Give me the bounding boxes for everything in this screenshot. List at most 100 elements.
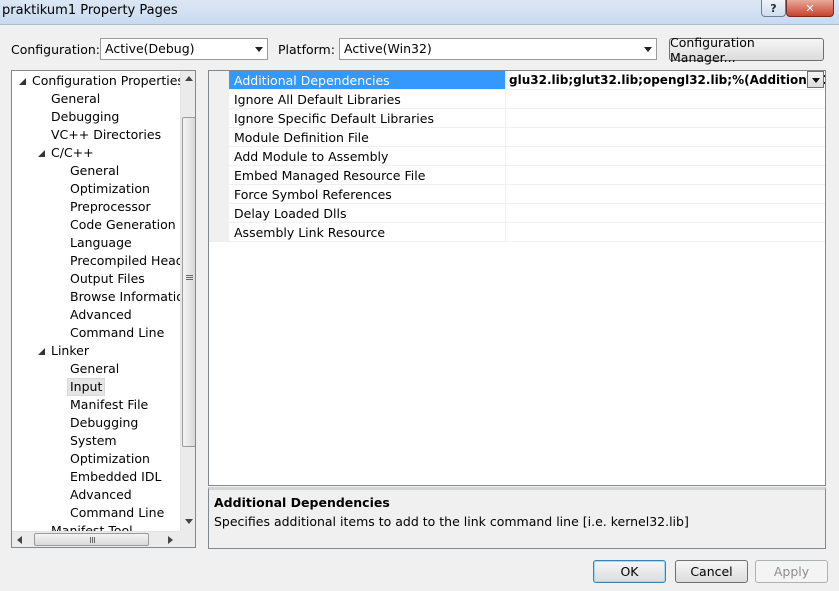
- help-button[interactable]: ?: [761, 0, 786, 17]
- tree-item-label: Embedded IDL: [70, 469, 162, 484]
- description-text: Specifies additional items to add to the…: [214, 514, 689, 529]
- property-value[interactable]: [506, 204, 825, 222]
- tree-item-label: Manifest Tool: [51, 523, 133, 531]
- property-row[interactable]: Force Symbol References: [229, 185, 825, 204]
- tree-item-label: Code Generation: [70, 217, 176, 232]
- property-grid[interactable]: Additional Dependencies glu32.lib;glut32.…: [208, 70, 826, 486]
- title-bar: praktikum1 Property Pages ? ✕: [0, 0, 839, 25]
- tree-scroll-thumb[interactable]: [182, 117, 195, 447]
- tree-item[interactable]: Optimization: [70, 180, 150, 198]
- configuration-label: Configuration:: [11, 42, 100, 57]
- tree-horizontal-scrollbar[interactable]: [12, 531, 180, 547]
- tree-item[interactable]: Command Line: [70, 504, 164, 522]
- tree-item[interactable]: Input: [67, 378, 106, 396]
- platform-select[interactable]: Active(Win32): [339, 38, 657, 60]
- grip-icon: [186, 275, 193, 276]
- tree-item-label: Browse Information: [70, 289, 180, 304]
- ok-button[interactable]: OK: [593, 560, 666, 583]
- tree-item[interactable]: Optimization: [70, 450, 150, 468]
- close-button[interactable]: ✕: [786, 0, 834, 17]
- tree-item-label: Configuration Properties: [32, 73, 180, 88]
- tree-item[interactable]: Debugging: [70, 414, 138, 432]
- property-row[interactable]: Ignore Specific Default Libraries: [229, 109, 825, 128]
- tree-item-label: General: [70, 361, 120, 376]
- property-row[interactable]: Ignore All Default Libraries: [229, 90, 825, 109]
- property-value[interactable]: glu32.lib;glut32.lib;opengl32.lib;%(Addi…: [506, 71, 825, 89]
- property-row[interactable]: Delay Loaded Dlls: [229, 204, 825, 223]
- tree-item-label: Advanced: [70, 307, 132, 322]
- tree-item[interactable]: System: [70, 432, 117, 450]
- property-value[interactable]: [506, 90, 825, 108]
- tree-item[interactable]: Output Files: [70, 270, 145, 288]
- tree-item-label: Debugging: [51, 109, 120, 124]
- property-value[interactable]: [506, 128, 825, 146]
- tree-item-label: Precompiled Header: [70, 253, 180, 268]
- grip-icon: [90, 537, 91, 543]
- tree-item[interactable]: Precompiled Header: [70, 252, 180, 270]
- property-name: Force Symbol References: [229, 185, 506, 203]
- tree-item[interactable]: Advanced: [70, 486, 132, 504]
- property-value[interactable]: [506, 223, 825, 241]
- tree-item-label: Language: [70, 235, 132, 250]
- expand-arrow-icon[interactable]: [38, 348, 45, 355]
- tree-item[interactable]: Preprocessor: [70, 198, 151, 216]
- property-row[interactable]: Assembly Link Resource: [229, 223, 825, 242]
- tree-item-label: Optimization: [70, 181, 150, 196]
- tree-hscroll-thumb[interactable]: [34, 533, 149, 546]
- category-tree[interactable]: Configuration Properties General Debugging…: [11, 70, 196, 548]
- tree-item[interactable]: General: [70, 360, 119, 378]
- platform-label: Platform:: [278, 42, 335, 57]
- tree-vertical-scrollbar[interactable]: [180, 71, 195, 531]
- tree-item[interactable]: General: [70, 162, 119, 180]
- value-dropdown-button[interactable]: [807, 71, 824, 88]
- tree-item[interactable]: Linker: [38, 342, 89, 360]
- tree-item-label: General: [70, 163, 120, 178]
- tree-item[interactable]: Debugging: [51, 108, 119, 126]
- scroll-up-icon[interactable]: [185, 76, 193, 81]
- configuration-select[interactable]: Active(Debug): [100, 38, 268, 60]
- property-name: Ignore Specific Default Libraries: [229, 109, 506, 127]
- configuration-manager-button[interactable]: Configuration Manager...: [669, 35, 824, 65]
- property-value[interactable]: [506, 166, 825, 184]
- tree-item-label: C/C++: [51, 145, 94, 160]
- tree-item[interactable]: Manifest Tool: [51, 522, 133, 531]
- description-panel: Additional Dependencies Specifies additi…: [208, 487, 826, 549]
- tree-item[interactable]: Manifest File: [70, 396, 148, 414]
- property-value[interactable]: [506, 185, 825, 203]
- tree-item-label: General: [51, 91, 101, 106]
- tree-item-label: System: [70, 433, 117, 448]
- tree-item[interactable]: Command Line: [70, 324, 164, 342]
- property-name: Embed Managed Resource File: [229, 166, 506, 184]
- tree-item[interactable]: C/C++: [38, 144, 94, 162]
- tree-item-label: Manifest File: [70, 397, 149, 412]
- property-value[interactable]: [506, 147, 825, 165]
- tree-item[interactable]: Embedded IDL: [70, 468, 161, 486]
- tree-item[interactable]: Language: [70, 234, 132, 252]
- scroll-left-icon[interactable]: [17, 536, 22, 544]
- platform-value: Active(Win32): [344, 41, 432, 56]
- tree-item-label: Output Files: [70, 271, 145, 286]
- property-value[interactable]: [506, 109, 825, 127]
- tree-item[interactable]: Advanced: [70, 306, 132, 324]
- configuration-value: Active(Debug): [105, 41, 195, 56]
- property-row[interactable]: Add Module to Assembly: [229, 147, 825, 166]
- expand-arrow-icon[interactable]: [19, 78, 26, 85]
- property-row[interactable]: Embed Managed Resource File: [229, 166, 825, 185]
- scroll-down-icon[interactable]: [185, 519, 193, 524]
- property-row[interactable]: Module Definition File: [229, 128, 825, 147]
- tree-item[interactable]: Configuration Properties: [19, 72, 180, 90]
- chevron-down-icon: [255, 47, 263, 52]
- tree-items: Configuration Properties General Debugging…: [12, 71, 180, 531]
- expand-arrow-icon[interactable]: [38, 150, 45, 157]
- tree-item-label: Input: [70, 379, 103, 394]
- apply-button[interactable]: Apply: [755, 560, 828, 583]
- property-grid-gutter: [209, 71, 229, 242]
- tree-item[interactable]: Code Generation: [70, 216, 176, 234]
- scroll-right-icon[interactable]: [168, 536, 173, 544]
- tree-item[interactable]: VC++ Directories: [51, 126, 161, 144]
- help-icon: ?: [770, 1, 777, 15]
- tree-item[interactable]: Browse Information: [70, 288, 180, 306]
- property-row[interactable]: Additional Dependencies glu32.lib;glut32.…: [229, 71, 825, 90]
- tree-item[interactable]: General: [51, 90, 100, 108]
- cancel-button[interactable]: Cancel: [675, 560, 748, 583]
